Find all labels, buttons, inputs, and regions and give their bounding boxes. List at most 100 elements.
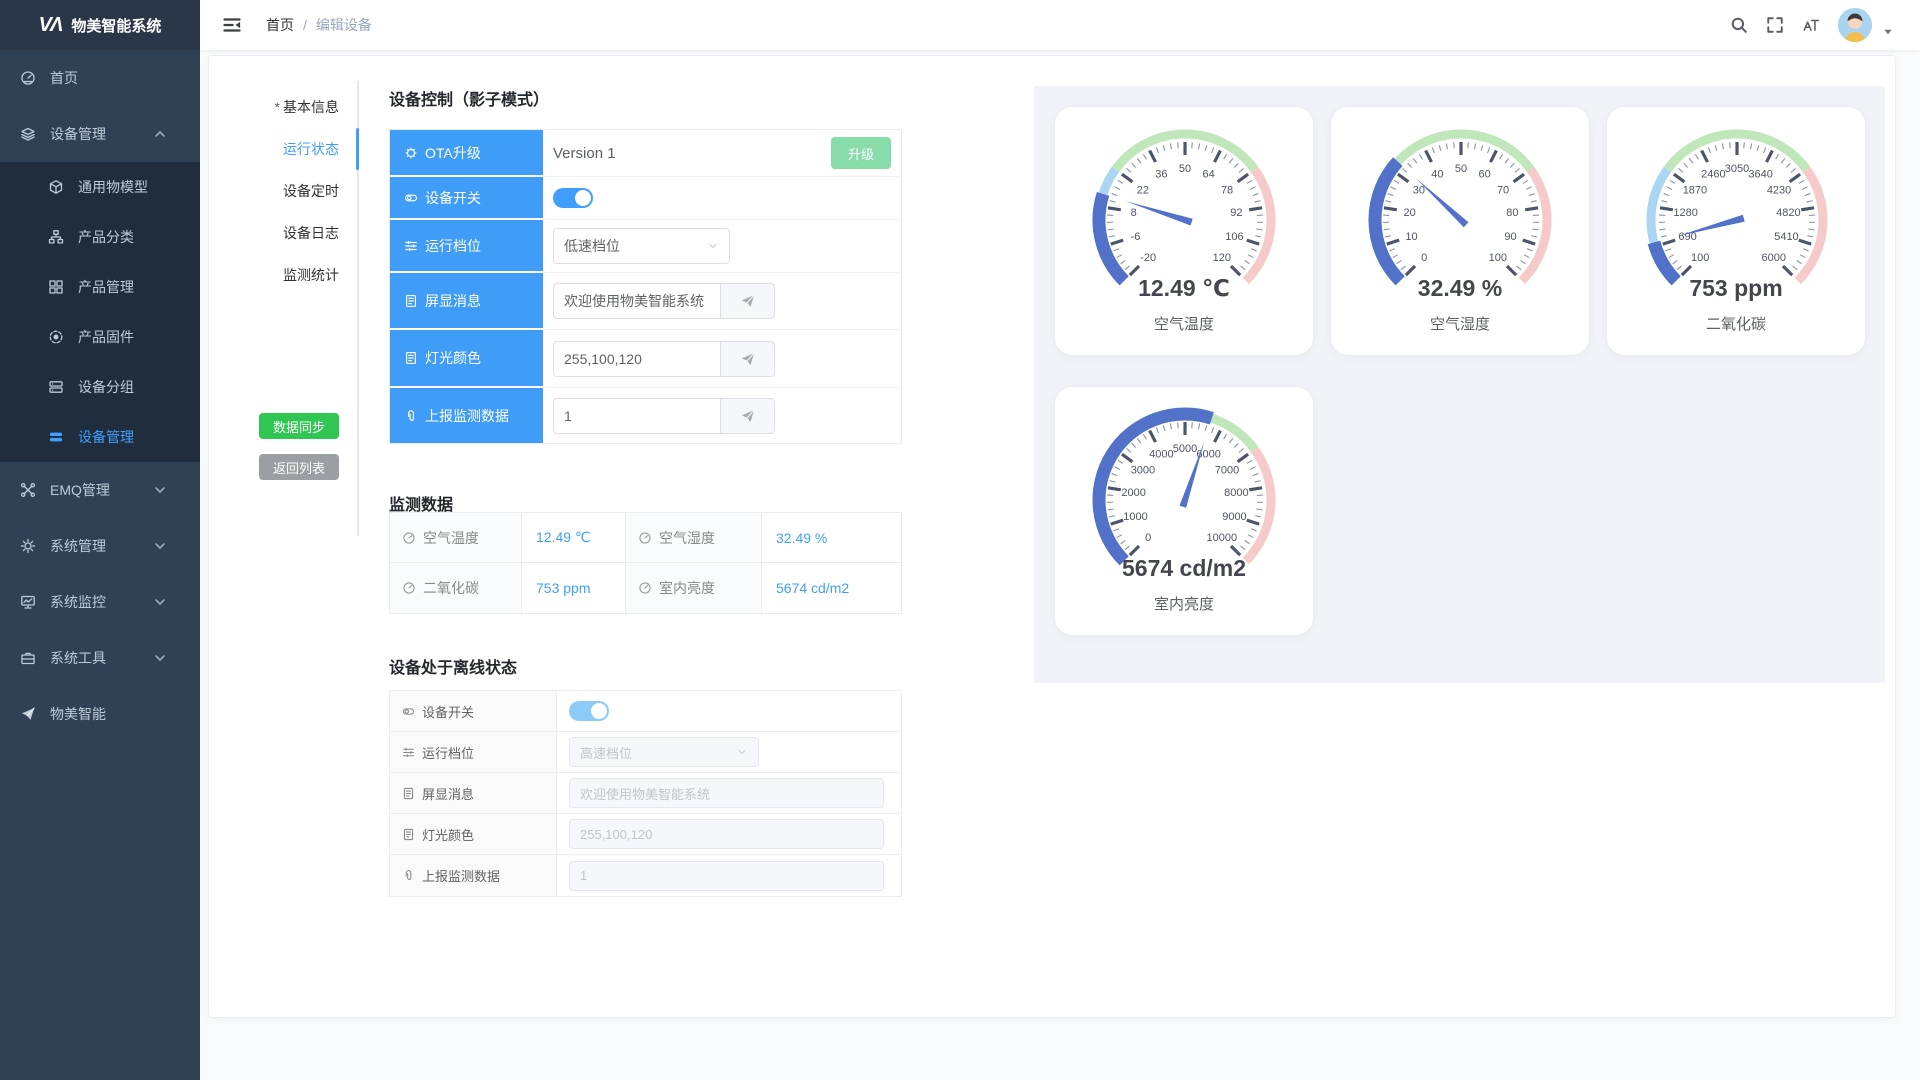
gear-mode-icon	[404, 239, 418, 253]
upgrade-button[interactable]: 升级	[831, 137, 891, 169]
svg-text:50: 50	[1179, 163, 1191, 175]
gear-icon	[20, 538, 36, 554]
screen-message-icon	[404, 294, 418, 308]
sidebar-item-通用物模型[interactable]: 通用物模型	[0, 162, 200, 212]
user-avatar[interactable]	[1838, 8, 1872, 42]
device-switch-toggle[interactable]	[553, 188, 593, 208]
meter-icon	[638, 531, 652, 545]
send-report-button[interactable]	[720, 398, 775, 434]
mode-label-text: 运行档位	[425, 236, 481, 256]
report-label: 上报监测数据	[390, 388, 543, 443]
tab-基本信息[interactable]: *基本信息	[239, 86, 357, 128]
send-icon	[740, 408, 756, 424]
chevron-down-icon[interactable]	[1882, 26, 1894, 38]
data-sync-button[interactable]: 数据同步	[259, 413, 339, 439]
app-logo[interactable]: VΛ 物美智能系统	[0, 0, 200, 50]
font-size-icon[interactable]	[1802, 16, 1820, 34]
sidebar-item-EMQ管理[interactable]: EMQ管理	[0, 462, 200, 518]
light-color-icon	[404, 351, 418, 365]
sidebar: VΛ 物美智能系统 首页设备管理通用物模型产品分类产品管理产品固件设备分组设备管…	[0, 0, 200, 1080]
sidebar-item-产品分类[interactable]: 产品分类	[0, 212, 200, 262]
sidebar-submenu: 通用物模型产品分类产品管理产品固件设备分组设备管理	[0, 162, 200, 462]
tab-设备定时[interactable]: 设备定时	[239, 170, 357, 212]
run-mode-value: 低速档位	[564, 236, 707, 256]
meter-icon	[638, 581, 652, 595]
sidebar-item-物美智能[interactable]: 物美智能	[0, 686, 200, 742]
breadcrumb-current: 编辑设备	[316, 15, 372, 35]
svg-text:5000: 5000	[1173, 443, 1197, 455]
tab-设备日志[interactable]: 设备日志	[239, 212, 357, 254]
svg-text:22: 22	[1137, 184, 1149, 196]
paperclip-icon	[404, 409, 418, 423]
dashboard-icon	[20, 70, 36, 86]
svg-text:9000: 9000	[1222, 511, 1246, 523]
ota-label: OTA升级	[390, 130, 543, 177]
sidebar-item-产品管理[interactable]: 产品管理	[0, 262, 200, 312]
tab-运行状态[interactable]: 运行状态	[239, 128, 357, 170]
offline-light-input	[569, 819, 884, 849]
svg-text:100: 100	[1489, 252, 1507, 264]
ota-row: OTA升级 Version 1 升级	[390, 130, 901, 177]
send-screen-message-button[interactable]	[720, 283, 775, 319]
screen-message-input[interactable]	[553, 283, 720, 319]
chevron-up-icon	[152, 126, 168, 142]
chevron-down-icon	[152, 594, 168, 610]
svg-text:1280: 1280	[1673, 207, 1697, 219]
svg-text:1000: 1000	[1123, 511, 1147, 523]
svg-text:3640: 3640	[1748, 169, 1772, 181]
svg-text:5410: 5410	[1774, 231, 1798, 243]
offline-report-row: 上报监测数据	[390, 855, 901, 896]
svg-text:20: 20	[1404, 207, 1416, 219]
app-root: VΛ 物美智能系统 首页设备管理通用物模型产品分类产品管理产品固件设备分组设备管…	[0, 0, 1920, 1080]
sidebar-fold-icon[interactable]	[222, 15, 242, 35]
paperclip-icon	[402, 869, 415, 882]
svg-text:78: 78	[1221, 184, 1233, 196]
tab-监测统计[interactable]: 监测统计	[239, 254, 357, 296]
gauge-card-空气温度: -20-6822365064789210612012.49 ℃空气温度	[1054, 106, 1314, 356]
gauge-value: 32.49 %	[1331, 275, 1589, 302]
grid-icon	[48, 279, 64, 295]
sidebar-item-系统管理[interactable]: 系统管理	[0, 518, 200, 574]
breadcrumb-home[interactable]: 首页	[266, 15, 294, 35]
svg-text:-20: -20	[1140, 252, 1156, 264]
report-data-input[interactable]	[553, 398, 720, 434]
svg-text:8000: 8000	[1224, 487, 1248, 499]
fullscreen-icon[interactable]	[1766, 16, 1784, 34]
mode-label: 运行档位	[390, 220, 543, 273]
search-icon[interactable]	[1730, 16, 1748, 34]
svg-text:2460: 2460	[1701, 169, 1725, 181]
gauge-label: 二氧化碳	[1607, 313, 1865, 334]
light-color-icon	[402, 828, 415, 841]
sidebar-item-设备管理[interactable]: 设备管理	[0, 106, 200, 162]
sidebar-item-系统监控[interactable]: 系统监控	[0, 574, 200, 630]
svg-text:3050: 3050	[1725, 163, 1749, 175]
sidebar-item-系统工具[interactable]: 系统工具	[0, 630, 200, 686]
send-light-color-button[interactable]	[720, 341, 775, 377]
offline-screen-row: 屏显消息	[390, 773, 901, 814]
light-color-input[interactable]	[553, 341, 720, 377]
active-tab-indicator	[356, 128, 359, 170]
svg-text:4000: 4000	[1149, 449, 1173, 461]
sidebar-item-产品固件[interactable]: 产品固件	[0, 312, 200, 362]
screen-label-text: 屏显消息	[425, 291, 481, 311]
offline-table: 设备开关 运行档位 高速档位 屏显消息	[389, 690, 902, 897]
emq-icon	[20, 482, 36, 498]
sidebar-item-设备管理[interactable]: 设备管理	[0, 412, 200, 462]
device-tabs: *基本信息运行状态设备定时设备日志监测统计	[239, 86, 357, 296]
sidebar-item-首页[interactable]: 首页	[0, 50, 200, 106]
svg-text:64: 64	[1202, 169, 1214, 181]
select-chevron-icon	[736, 746, 748, 758]
svg-text:4820: 4820	[1776, 207, 1800, 219]
content-card: *基本信息运行状态设备定时设备日志监测统计 数据同步 返回列表 设备控制（影子模…	[208, 55, 1896, 1018]
gauge-value: 5674 cd/m2	[1055, 555, 1313, 582]
sidebar-item-设备分组[interactable]: 设备分组	[0, 362, 200, 412]
app-title: 物美智能系统	[71, 15, 161, 36]
ota-icon	[404, 146, 418, 160]
firmware-version: Version 1	[553, 145, 616, 162]
back-to-list-button[interactable]: 返回列表	[259, 454, 339, 480]
svg-text:4230: 4230	[1767, 184, 1791, 196]
run-mode-select[interactable]: 低速档位	[553, 228, 730, 264]
report-row: 上报监测数据	[390, 388, 901, 443]
gauge-card-空气湿度: 010203040506070809010032.49 %空气湿度	[1330, 106, 1590, 356]
gauge-panel: -20-6822365064789210612012.49 ℃空气温度01020…	[1034, 86, 1885, 683]
